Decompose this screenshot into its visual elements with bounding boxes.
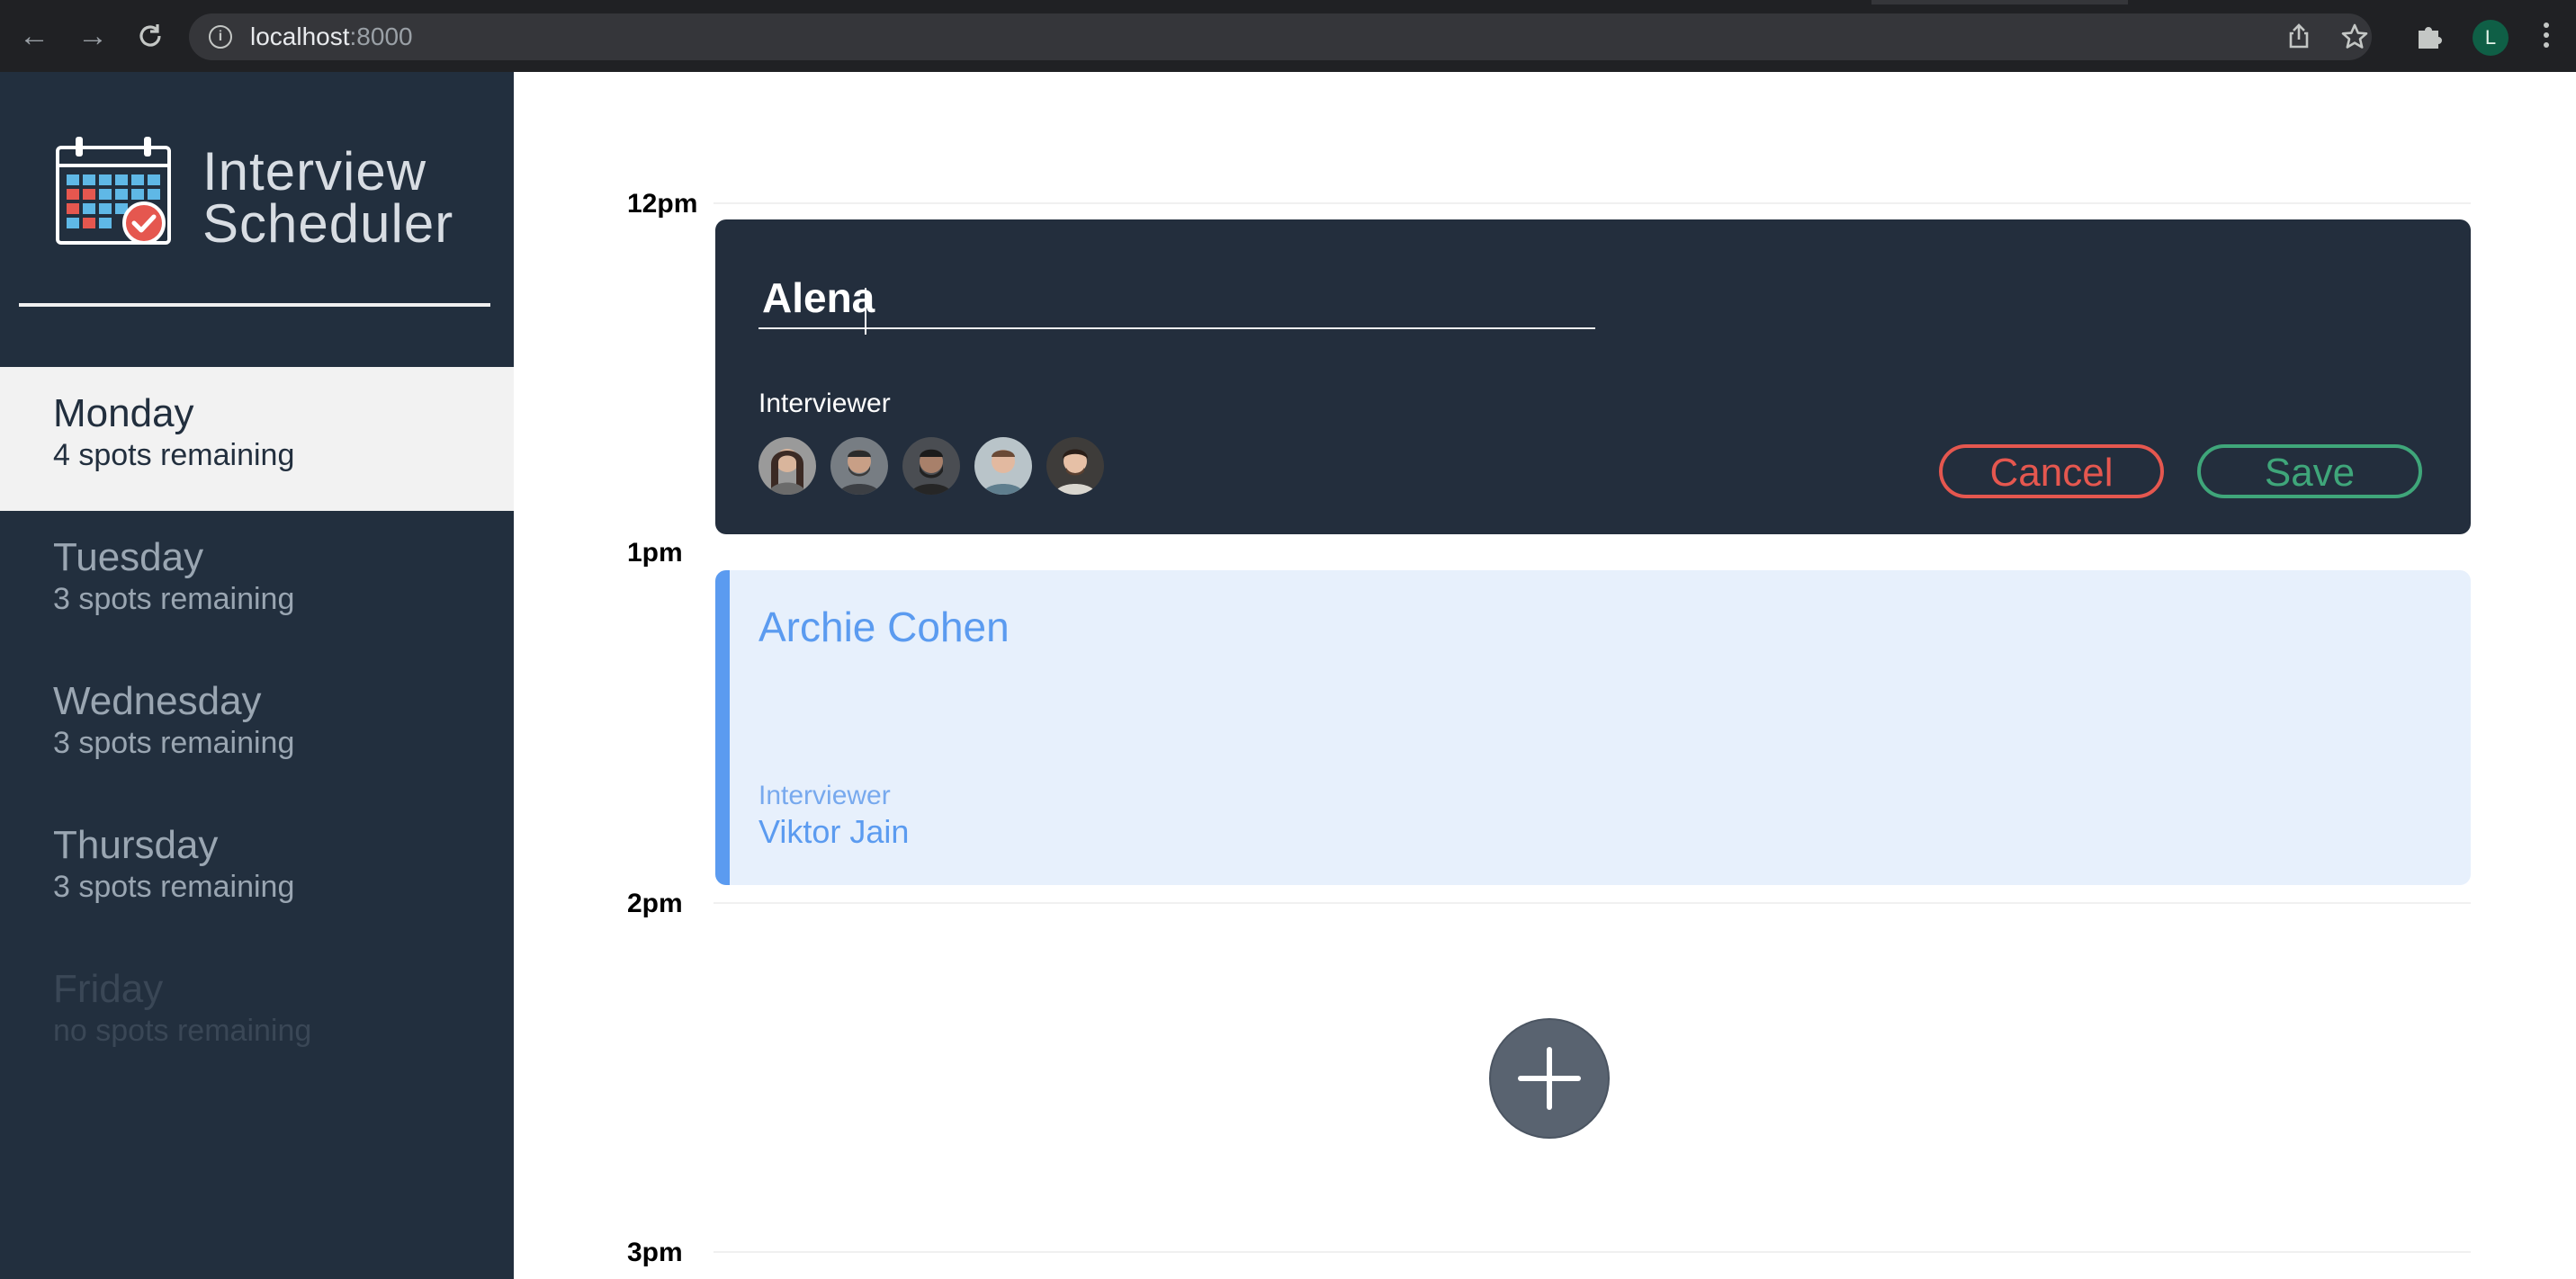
student-name-input[interactable]: [758, 275, 1595, 329]
text-caret: [865, 288, 866, 335]
day-item-tuesday[interactable]: Tuesday 3 spots remaining: [0, 511, 514, 655]
save-button[interactable]: Save: [2197, 444, 2422, 498]
reload-icon[interactable]: [129, 14, 172, 58]
day-name: Wednesday: [53, 679, 262, 723]
interviewer-avatar[interactable]: [1046, 437, 1104, 495]
share-icon[interactable]: [2284, 22, 2314, 53]
sidebar: Interview Scheduler Monday 4 spots remai…: [0, 72, 514, 1279]
appointment-card[interactable]: Archie Cohen Interviewer Viktor Jain: [715, 570, 2471, 885]
app-title: Interview Scheduler: [202, 141, 454, 254]
day-name: Friday: [53, 967, 164, 1011]
profile-avatar[interactable]: L: [2473, 20, 2509, 56]
day-spots: 4 spots remaining: [53, 438, 295, 472]
interviewer-avatar[interactable]: [758, 437, 816, 495]
day-item-thursday[interactable]: Thursday 3 spots remaining: [0, 799, 514, 943]
add-appointment-button[interactable]: [1491, 1020, 1608, 1137]
back-arrow-icon[interactable]: ←: [13, 14, 56, 58]
tab-strip: [0, 0, 2576, 4]
time-label-2pm: 2pm: [627, 889, 683, 918]
day-spots: no spots remaining: [53, 1014, 312, 1048]
appointment-interviewer-name: Viktor Jain: [758, 813, 910, 850]
time-label-1pm: 1pm: [627, 538, 683, 568]
cancel-button[interactable]: Cancel: [1939, 444, 2164, 498]
appointment-form: Interviewer Cancel Save: [715, 219, 2471, 534]
interviewer-avatar[interactable]: [902, 437, 960, 495]
day-item-monday[interactable]: Monday 4 spots remaining: [0, 367, 514, 511]
sidebar-divider: [19, 303, 490, 307]
app-logo: Interview Scheduler: [54, 135, 468, 270]
address-bar[interactable]: i localhost:8000: [189, 13, 2372, 60]
hour-divider: [714, 202, 2471, 204]
hour-divider: [714, 902, 2471, 904]
appointment-interviewer-label: Interviewer: [758, 781, 891, 810]
forward-arrow-icon[interactable]: →: [71, 14, 114, 58]
calendar-logo-icon: [56, 137, 171, 245]
extensions-puzzle-icon[interactable]: [2413, 20, 2446, 52]
browser-toolbar: ← → i localhost:8000 L: [0, 0, 2576, 72]
day-spots: 3 spots remaining: [53, 582, 295, 616]
day-name: Thursday: [53, 823, 219, 867]
appointment-student-name: Archie Cohen: [758, 604, 1010, 650]
day-item-wednesday[interactable]: Wednesday 3 spots remaining: [0, 655, 514, 799]
day-name: Tuesday: [53, 535, 204, 579]
time-label-3pm: 3pm: [627, 1238, 683, 1267]
url-text[interactable]: localhost:8000: [250, 22, 413, 51]
day-spots: 3 spots remaining: [53, 726, 295, 760]
day-item-friday[interactable]: Friday no spots remaining: [0, 943, 514, 1087]
browser-menu-icon[interactable]: [2537, 18, 2555, 58]
interviewer-avatar[interactable]: [974, 437, 1032, 495]
active-tab[interactable]: [0, 0, 1871, 4]
day-spots: 3 spots remaining: [53, 870, 295, 904]
interviewer-label: Interviewer: [758, 389, 891, 418]
site-info-icon[interactable]: i: [209, 25, 232, 49]
day-name: Monday: [53, 391, 194, 435]
bookmark-star-icon[interactable]: [2339, 22, 2370, 53]
hour-divider: [714, 1251, 2471, 1253]
background-tab[interactable]: [2128, 0, 2576, 4]
interviewer-avatar[interactable]: [830, 437, 888, 495]
time-label-12pm: 12pm: [627, 189, 698, 219]
appointment-accent-bar: [715, 570, 730, 885]
